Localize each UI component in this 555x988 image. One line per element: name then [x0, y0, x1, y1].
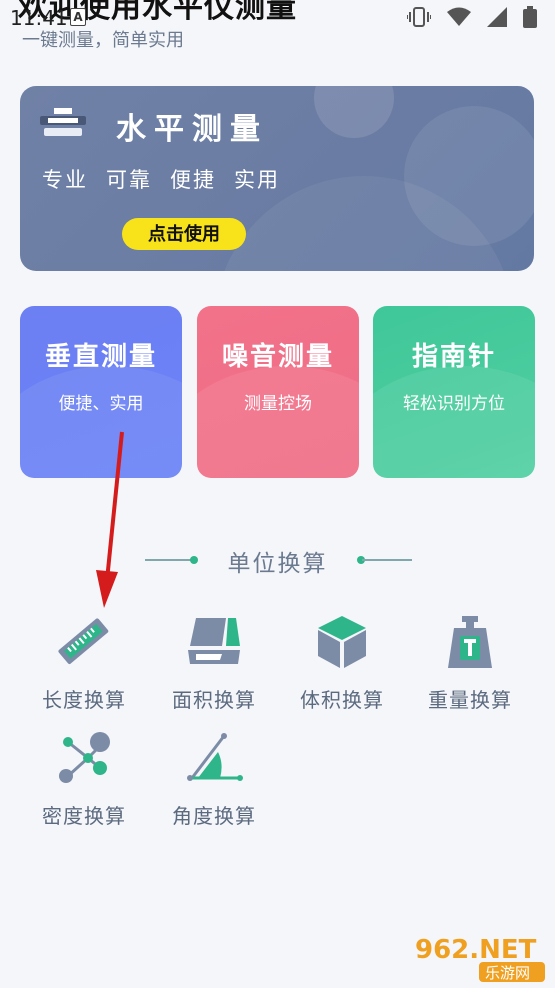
battery-icon: [523, 6, 537, 32]
watermark-brand: 962.NET: [415, 935, 537, 965]
noise-measure-card[interactable]: 噪音测量 测量控场: [197, 306, 359, 478]
status-icons: [406, 6, 537, 32]
angle-icon: [184, 728, 244, 788]
conv-label: 长度换算: [42, 688, 126, 712]
watermark-logo: 962.NET 乐游网: [409, 928, 549, 984]
card-title: 噪音测量: [221, 342, 334, 372]
section-title: 单位换算: [227, 551, 328, 577]
conv-label: 体积换算: [300, 688, 384, 712]
wifi-icon: [447, 7, 471, 31]
length-convert-item[interactable]: 长度换算: [20, 612, 148, 713]
weight-icon: [440, 612, 500, 672]
level-banner[interactable]: 水平测量 专业 可靠 便捷 实用 点击使用: [20, 86, 534, 271]
angle-convert-item[interactable]: 角度换算: [150, 728, 278, 829]
vibrate-icon: [406, 6, 432, 32]
banner-tag: 实用: [234, 168, 280, 192]
density-icon: [54, 728, 114, 788]
card-subtitle: 便捷、实用: [58, 394, 144, 414]
banner-tag: 专业: [42, 168, 88, 192]
annotation-arrow-icon: [96, 431, 124, 608]
card-subtitle: 测量控场: [244, 394, 312, 414]
signal-icon: [487, 7, 507, 31]
cube-icon: [312, 612, 372, 672]
ruler-icon: [54, 612, 114, 672]
unit-section-header: 单位换算: [0, 540, 555, 580]
use-button[interactable]: 点击使用: [122, 218, 246, 250]
conv-label: 角度换算: [172, 804, 256, 828]
conv-label: 面积换算: [172, 688, 256, 712]
area-icon: [184, 612, 244, 672]
card-title: 指南针: [411, 342, 496, 372]
card-subtitle: 轻松识别方位: [403, 394, 505, 414]
compass-card[interactable]: 指南针 轻松识别方位: [373, 306, 535, 478]
banner-title: 水平测量: [116, 112, 268, 147]
card-title: 垂直测量: [44, 342, 157, 372]
banner-tag: 可靠: [106, 168, 152, 192]
status-badge: A: [70, 8, 86, 26]
volume-convert-item[interactable]: 体积换算: [278, 612, 406, 713]
conv-label: 重量换算: [428, 688, 512, 712]
area-convert-item[interactable]: 面积换算: [150, 612, 278, 713]
weight-convert-item[interactable]: 重量换算: [406, 612, 534, 713]
level-icon: [40, 106, 100, 142]
banner-tags: 专业 可靠 便捷 实用: [42, 164, 280, 194]
watermark-sub: 乐游网: [485, 964, 530, 982]
density-convert-item[interactable]: 密度换算: [20, 728, 148, 829]
banner-tag: 便捷: [170, 168, 216, 192]
conv-label: 密度换算: [42, 804, 126, 828]
page-subtitle: 一键测量，简单实用: [22, 30, 184, 51]
